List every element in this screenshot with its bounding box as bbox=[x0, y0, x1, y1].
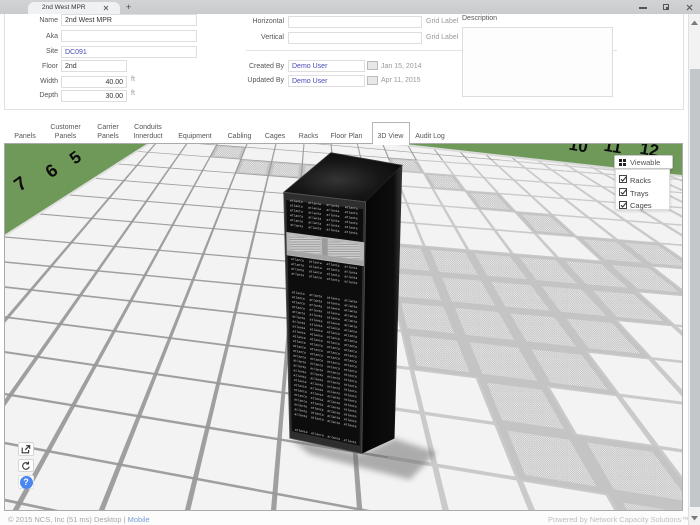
svg-text:10: 10 bbox=[568, 135, 590, 157]
